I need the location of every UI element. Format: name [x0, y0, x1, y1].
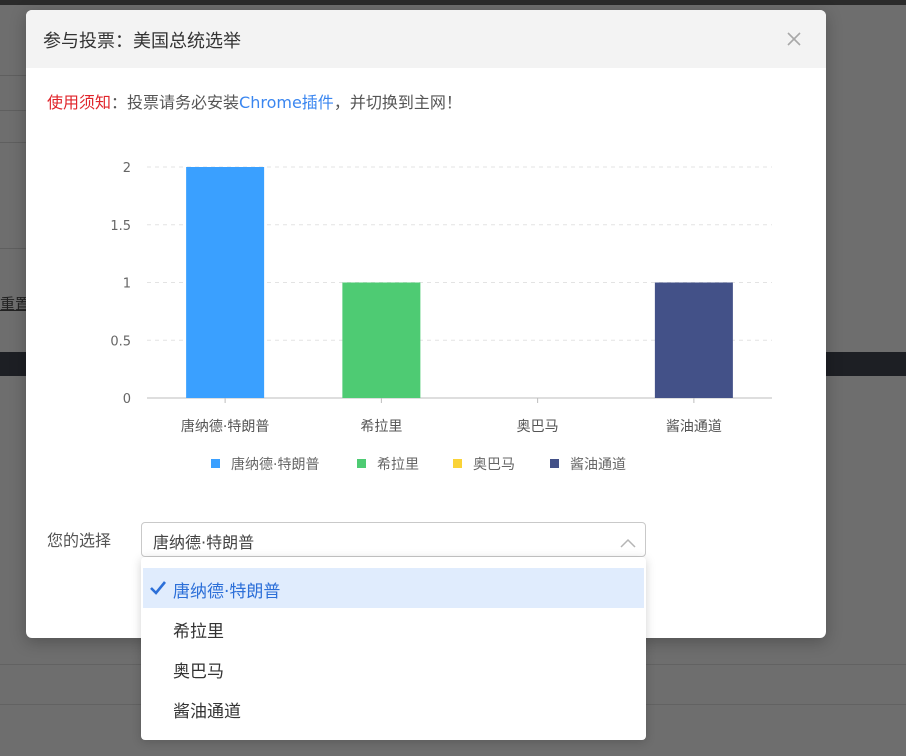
x-tick-label: 希拉里 [360, 419, 402, 435]
chevron-up-icon [620, 533, 636, 552]
dropdown-option-trump[interactable]: 唐纳德·特朗普 [143, 568, 644, 608]
bar-1 [342, 282, 421, 398]
dropdown-option-hillary[interactable]: 希拉里 [143, 608, 644, 648]
choice-select-value: 唐纳德·特朗普 [153, 533, 255, 552]
choice-dropdown: 唐纳德·特朗普 希拉里 奥巴马 酱油通道 [141, 557, 646, 740]
y-tick-label: 1.5 [110, 219, 131, 234]
choice-select[interactable]: 唐纳德·特朗普 [141, 522, 646, 557]
dropdown-option-label: 唐纳德·特朗普 [173, 582, 281, 602]
bar-3 [654, 282, 733, 398]
legend-swatch [453, 459, 462, 468]
legend-label: 酱油通道 [570, 457, 626, 473]
legend-swatch [550, 459, 559, 468]
background-topbar [0, 0, 906, 5]
legend-label: 希拉里 [377, 457, 419, 473]
x-tick-label: 酱油通道 [666, 419, 722, 435]
dropdown-option-soy-sauce[interactable]: 酱油通道 [143, 688, 644, 728]
dropdown-option-obama[interactable]: 奥巴马 [143, 648, 644, 688]
legend-label: 唐纳德·特朗普 [231, 456, 319, 473]
y-tick-label: 0.5 [110, 334, 131, 349]
y-tick-label: 0 [123, 392, 131, 407]
bar-0 [186, 167, 265, 398]
vote-modal: 参与投票：美国总统选举 使用须知：投票请务必安装Chrome插件，并切换到主网！… [26, 10, 826, 638]
legend-swatch [357, 459, 366, 468]
y-tick-label: 1 [123, 277, 131, 292]
choice-label: 您的选择 [47, 531, 112, 550]
legend-label: 奥巴马 [473, 456, 515, 473]
vote-bar-chart: 00.511.52唐纳德·特朗普 希拉里 奥巴马 酱油通道唐纳德·特朗普 希拉里 奥巴马酱… [110, 161, 772, 473]
dropdown-option-label: 酱油通道 [173, 702, 241, 722]
check-icon [149, 580, 167, 600]
dropdown-option-label: 奥巴马 [173, 662, 224, 682]
x-tick-label: 唐纳德·特朗普 [181, 418, 269, 435]
y-tick-label: 2 [123, 161, 131, 176]
x-tick-label: 奥巴马 [517, 418, 559, 435]
legend-swatch [211, 459, 220, 468]
dropdown-option-label: 希拉里 [173, 622, 224, 642]
